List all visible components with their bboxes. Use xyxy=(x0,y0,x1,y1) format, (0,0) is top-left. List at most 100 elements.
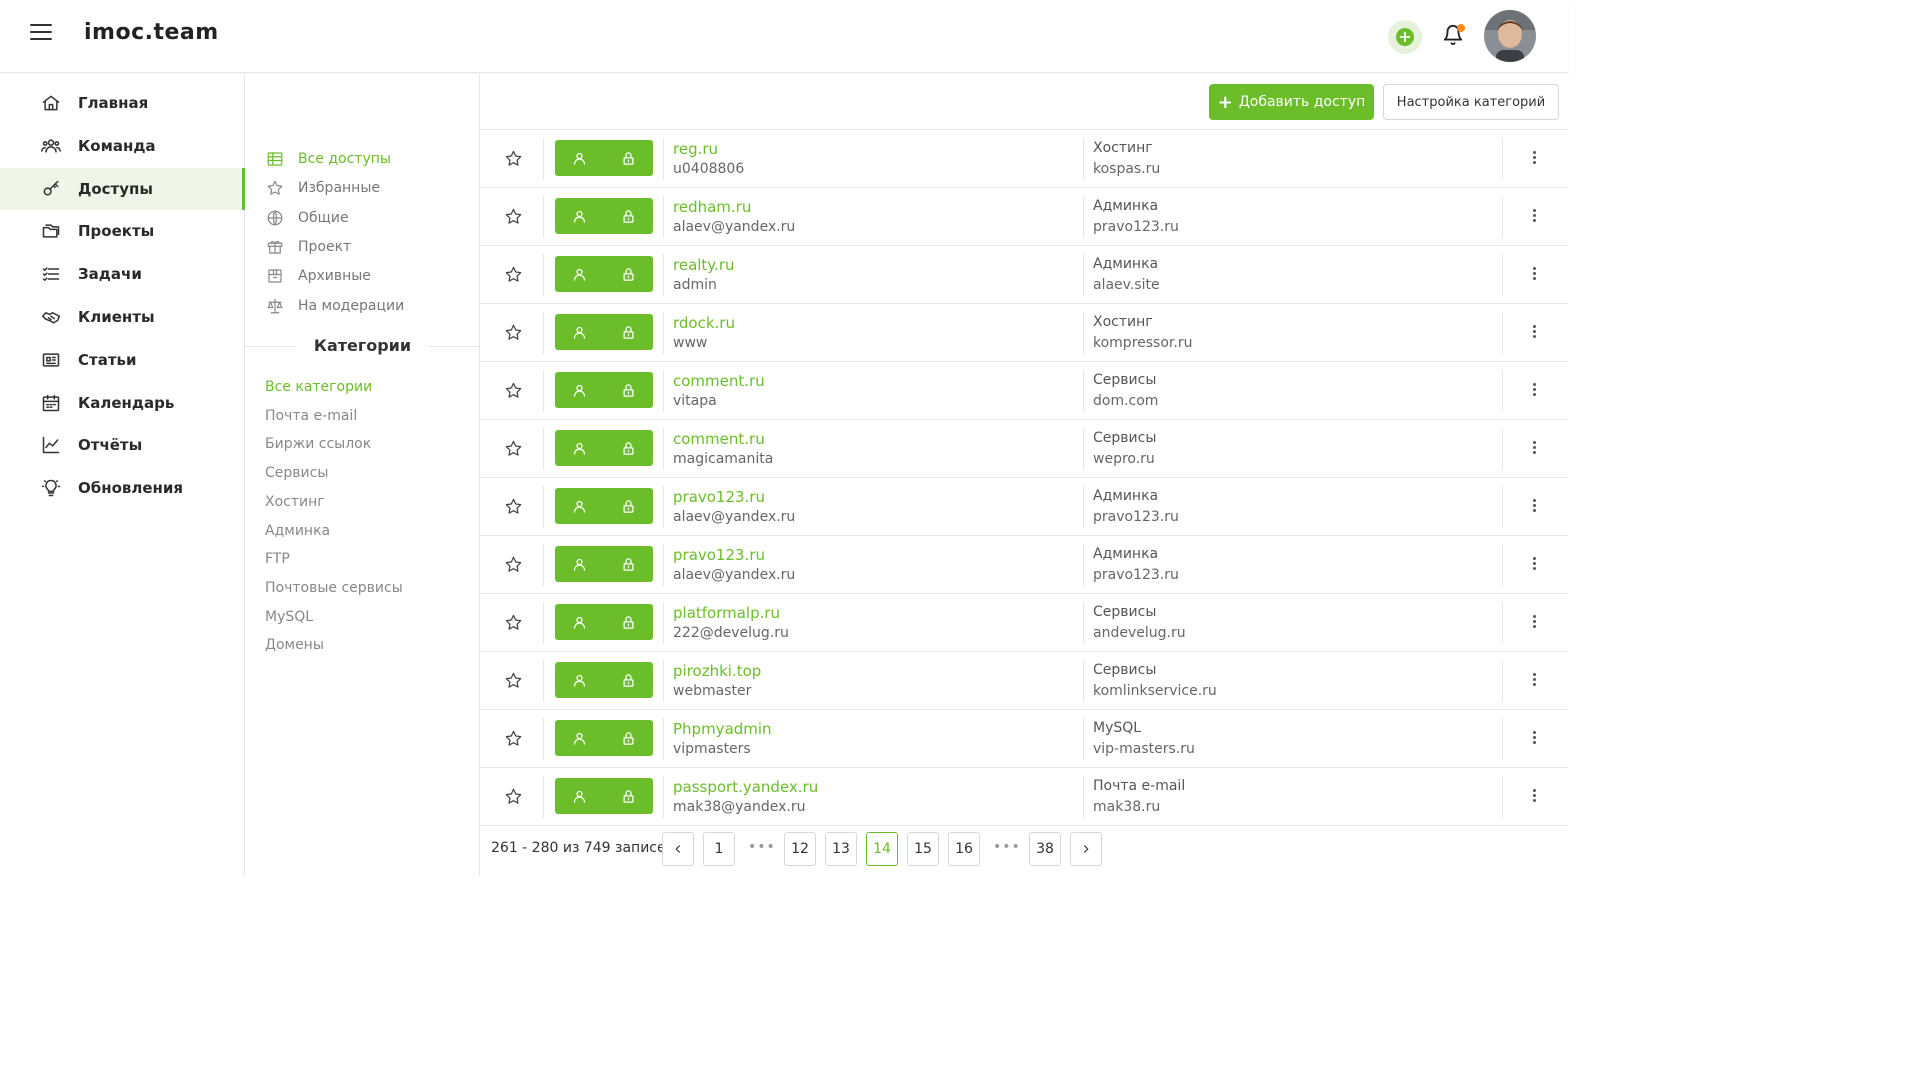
nav-item-10[interactable]: Обновления xyxy=(0,467,245,509)
copy-login-button[interactable] xyxy=(555,140,604,176)
copy-login-button[interactable] xyxy=(555,720,604,756)
copy-password-button[interactable] xyxy=(604,198,653,234)
user-avatar[interactable] xyxy=(1484,10,1536,62)
category-item-9[interactable]: MySQL xyxy=(265,609,313,625)
nav-item-3[interactable]: Доступы xyxy=(0,167,245,210)
category-item-1[interactable]: Все категории xyxy=(265,379,372,395)
favorite-button[interactable] xyxy=(504,787,524,807)
copy-password-button[interactable] xyxy=(604,720,653,756)
main-menu-button[interactable] xyxy=(30,24,52,48)
category-item-6[interactable]: Админка xyxy=(265,523,330,539)
copy-password-button[interactable] xyxy=(604,314,653,350)
filter-item-2[interactable]: Избранные xyxy=(265,176,380,200)
category-item-7[interactable]: FTP xyxy=(265,551,290,567)
copy-password-button[interactable] xyxy=(604,372,653,408)
nav-item-2[interactable]: Команда xyxy=(0,125,245,167)
page-button[interactable]: 15 xyxy=(907,832,939,866)
copy-login-button[interactable] xyxy=(555,372,604,408)
category-item-8[interactable]: Почтовые сервисы xyxy=(265,580,403,596)
row-menu-button[interactable] xyxy=(1526,323,1542,343)
nav-item-8[interactable]: Календарь xyxy=(0,382,245,424)
access-site-link[interactable]: platformalp.ru xyxy=(673,604,780,622)
copy-password-button[interactable] xyxy=(604,430,653,466)
next-page-button[interactable] xyxy=(1070,832,1102,866)
nav-item-1[interactable]: Главная xyxy=(0,82,245,124)
page-button[interactable]: 14 xyxy=(866,832,898,866)
row-menu-button[interactable] xyxy=(1526,149,1542,169)
page-button[interactable]: 12 xyxy=(784,832,816,866)
filter-item-3[interactable]: Общие xyxy=(265,206,349,230)
quick-add-button[interactable]: + xyxy=(1388,20,1422,54)
page-button[interactable]: 16 xyxy=(948,832,980,866)
access-site-link[interactable]: rdock.ru xyxy=(673,314,735,332)
row-menu-button[interactable] xyxy=(1526,497,1542,517)
filter-item-4[interactable]: Проект xyxy=(265,235,351,259)
copy-password-button[interactable] xyxy=(604,604,653,640)
copy-login-button[interactable] xyxy=(555,488,604,524)
category-settings-button[interactable]: Настройка категорий xyxy=(1383,84,1559,120)
favorite-button[interactable] xyxy=(504,497,524,517)
copy-password-button[interactable] xyxy=(604,662,653,698)
page-button[interactable]: 13 xyxy=(825,832,857,866)
copy-password-button[interactable] xyxy=(604,140,653,176)
access-site-link[interactable]: comment.ru xyxy=(673,372,765,390)
favorite-button[interactable] xyxy=(504,439,524,459)
nav-item-5[interactable]: Задачи xyxy=(0,253,245,295)
nav-item-7[interactable]: Статьи xyxy=(0,339,245,381)
add-access-button[interactable]: + Добавить доступ xyxy=(1209,84,1374,120)
row-menu-button[interactable] xyxy=(1526,671,1542,691)
favorite-button[interactable] xyxy=(504,381,524,401)
category-item-3[interactable]: Биржи ссылок xyxy=(265,436,371,452)
favorite-button[interactable] xyxy=(504,265,524,285)
row-menu-button[interactable] xyxy=(1526,555,1542,575)
favorite-button[interactable] xyxy=(504,671,524,691)
row-menu-button[interactable] xyxy=(1526,787,1542,807)
copy-password-button[interactable] xyxy=(604,546,653,582)
row-menu-button[interactable] xyxy=(1526,207,1542,227)
access-site-link[interactable]: pravo123.ru xyxy=(673,488,765,506)
copy-login-button[interactable] xyxy=(555,662,604,698)
copy-login-button[interactable] xyxy=(555,430,604,466)
prev-page-button[interactable] xyxy=(662,832,694,866)
copy-password-button[interactable] xyxy=(604,778,653,814)
page-button[interactable]: 1 xyxy=(703,832,735,866)
copy-password-button[interactable] xyxy=(604,256,653,292)
row-menu-button[interactable] xyxy=(1526,265,1542,285)
access-site-link[interactable]: reg.ru xyxy=(673,140,718,158)
access-site-link[interactable]: realty.ru xyxy=(673,256,735,274)
app-logo[interactable]: imoc.team xyxy=(84,20,219,45)
copy-login-button[interactable] xyxy=(555,198,604,234)
favorite-button[interactable] xyxy=(504,729,524,749)
copy-password-button[interactable] xyxy=(604,488,653,524)
notifications-button[interactable] xyxy=(1442,24,1466,48)
filter-item-1[interactable]: Все доступы xyxy=(265,147,391,171)
row-menu-button[interactable] xyxy=(1526,613,1542,633)
nav-item-9[interactable]: Отчёты xyxy=(0,424,245,466)
category-item-5[interactable]: Хостинг xyxy=(265,494,325,510)
favorite-button[interactable] xyxy=(504,323,524,343)
favorite-button[interactable] xyxy=(504,555,524,575)
access-site-link[interactable]: comment.ru xyxy=(673,430,765,448)
filter-item-6[interactable]: На модерации xyxy=(265,294,404,318)
category-item-4[interactable]: Сервисы xyxy=(265,465,328,481)
category-item-10[interactable]: Домены xyxy=(265,637,324,653)
access-site-link[interactable]: Phpmyadmin xyxy=(673,720,772,738)
access-site-link[interactable]: redham.ru xyxy=(673,198,751,216)
access-site-link[interactable]: pravo123.ru xyxy=(673,546,765,564)
row-menu-button[interactable] xyxy=(1526,439,1542,459)
row-menu-button[interactable] xyxy=(1526,729,1542,749)
copy-login-button[interactable] xyxy=(555,256,604,292)
page-button[interactable]: 38 xyxy=(1029,832,1061,866)
filter-item-5[interactable]: Архивные xyxy=(265,264,371,288)
category-item-2[interactable]: Почта e-mail xyxy=(265,408,357,424)
access-site-link[interactable]: passport.yandex.ru xyxy=(673,778,818,796)
row-menu-button[interactable] xyxy=(1526,381,1542,401)
access-site-link[interactable]: pirozhki.top xyxy=(673,662,761,680)
favorite-button[interactable] xyxy=(504,613,524,633)
copy-login-button[interactable] xyxy=(555,314,604,350)
favorite-button[interactable] xyxy=(504,149,524,169)
nav-item-6[interactable]: Клиенты xyxy=(0,296,245,338)
copy-login-button[interactable] xyxy=(555,604,604,640)
copy-login-button[interactable] xyxy=(555,778,604,814)
copy-login-button[interactable] xyxy=(555,546,604,582)
